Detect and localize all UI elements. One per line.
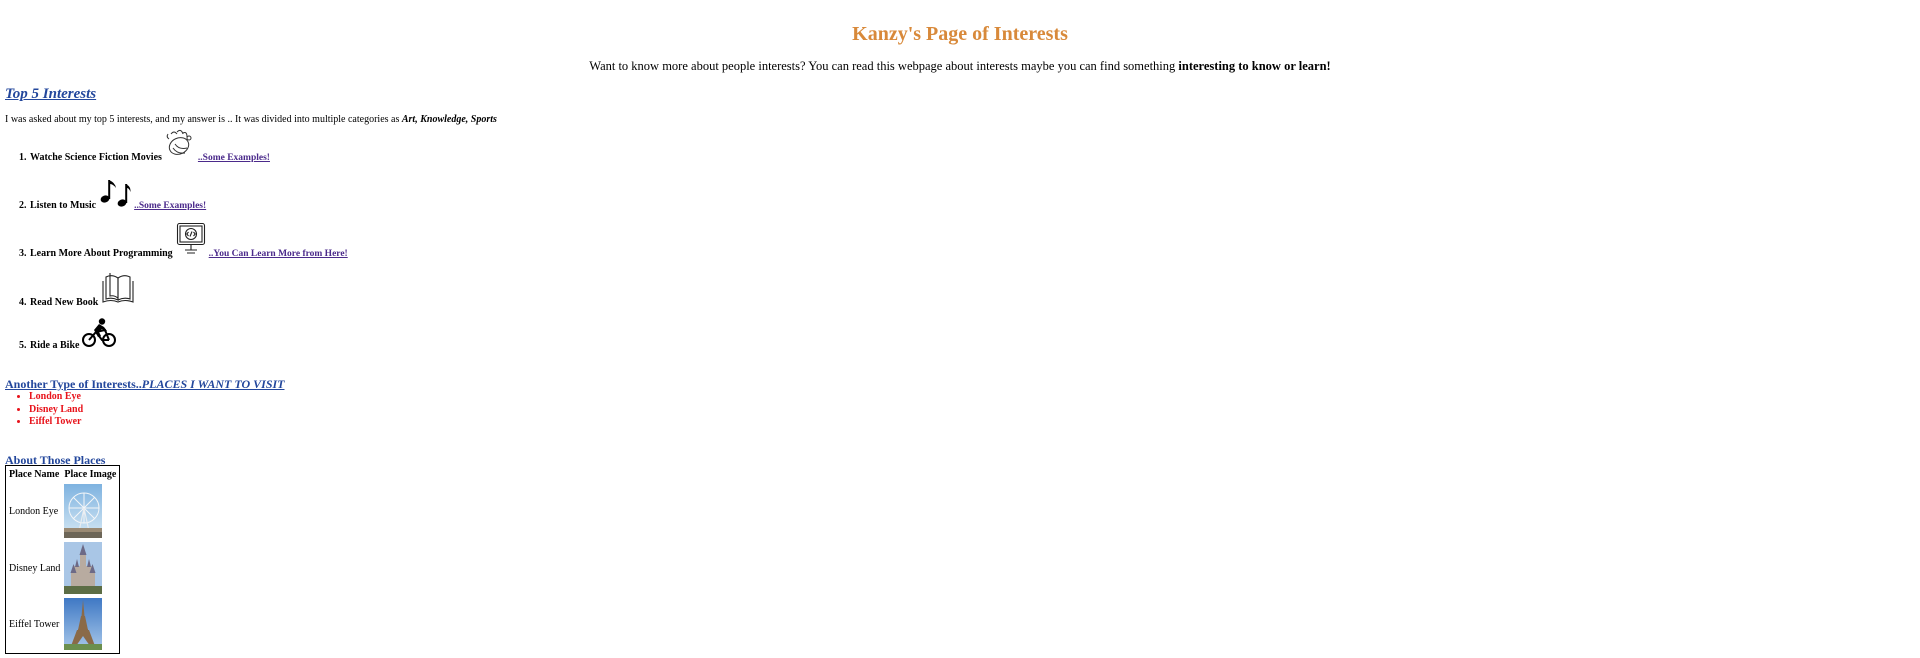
- table-row: London Eye: [8, 483, 117, 539]
- interest-number: 1.: [19, 152, 27, 163]
- interest-item: 2. Listen to Music ..Some Examples!: [19, 176, 206, 211]
- interest-item: 3. Learn More About Programming ..You Ca…: [19, 222, 348, 259]
- place-image-cell: [63, 541, 117, 595]
- london-eye-photo: [64, 484, 116, 538]
- places-heading: Another Type of Interests..PLACES I WANT…: [5, 377, 285, 392]
- interest-label: Learn More About Programming: [30, 248, 173, 259]
- learn-more-link-programming[interactable]: ..You Can Learn More from Here!: [209, 249, 348, 259]
- column-header-place-image: Place Image: [64, 469, 117, 480]
- cyclist-icon: [82, 318, 117, 351]
- place-name-cell: Eiffel Tower: [9, 618, 60, 630]
- top5-intro: I was asked about my top 5 interests, an…: [5, 114, 497, 125]
- some-examples-link-music[interactable]: ..Some Examples!: [134, 201, 206, 211]
- place-image-cell: [63, 483, 117, 539]
- alien-hand-icon: [165, 128, 195, 163]
- interest-item: 5. Ride a Bike: [19, 318, 119, 351]
- column-header-place-name: Place Name: [9, 469, 60, 480]
- interest-label: Watche Science Fiction Movies: [30, 152, 162, 163]
- places-heading-italic: PLACES I WANT TO VISIT: [141, 377, 285, 391]
- place-image-cell: [63, 597, 117, 651]
- place-name-cell: London Eye: [9, 505, 59, 517]
- top5-heading: Top 5 Interests: [5, 86, 97, 103]
- interest-label: Read New Book: [30, 297, 99, 308]
- eiffel-tower-photo: [64, 598, 116, 650]
- interest-number: 5.: [19, 340, 27, 351]
- computer-code-icon: [176, 222, 206, 259]
- place-item: London Eye: [29, 391, 83, 404]
- table-row: Eiffel Tower: [8, 597, 117, 651]
- music-notes-icon: [99, 176, 131, 211]
- place-name-cell: Disney Land: [9, 562, 61, 574]
- intro-plain: Want to know more about people interests…: [589, 58, 1179, 73]
- place-item: Eiffel Tower: [29, 416, 83, 429]
- place-item: Disney Land: [29, 404, 83, 417]
- places-heading-plain: Another Type of Interests..: [5, 377, 142, 391]
- interest-item: 4. Read New Book: [19, 271, 138, 308]
- page-title: Kanzy's Page of Interests: [852, 23, 1068, 46]
- table-header-row: Place Name Place Image: [8, 468, 117, 481]
- interest-item: 1. Watche Science Fiction Movies ..Some …: [19, 128, 270, 163]
- disney-castle-photo: [64, 542, 116, 594]
- places-table: Place Name Place Image London Eye Disney…: [5, 465, 121, 654]
- top5-categories: Art, Knowledge, Sports: [401, 114, 497, 125]
- table-row: Disney Land: [8, 541, 117, 595]
- intro-bold: interesting to know or learn!: [1178, 58, 1331, 73]
- places-list: London Eye Disney Land Eiffel Tower: [29, 391, 83, 429]
- intro-text: Want to know more about people interests…: [0, 59, 1920, 74]
- open-book-icon: [101, 271, 135, 308]
- interest-number: 3.: [19, 248, 27, 259]
- interest-label: Ride a Bike: [30, 340, 80, 351]
- interest-number: 2.: [19, 200, 27, 211]
- interest-number: 4.: [19, 297, 27, 308]
- interest-label: Listen to Music: [30, 200, 97, 211]
- some-examples-link-movies[interactable]: ..Some Examples!: [198, 153, 270, 163]
- top5-intro-plain: I was asked about my top 5 interests, an…: [5, 114, 402, 125]
